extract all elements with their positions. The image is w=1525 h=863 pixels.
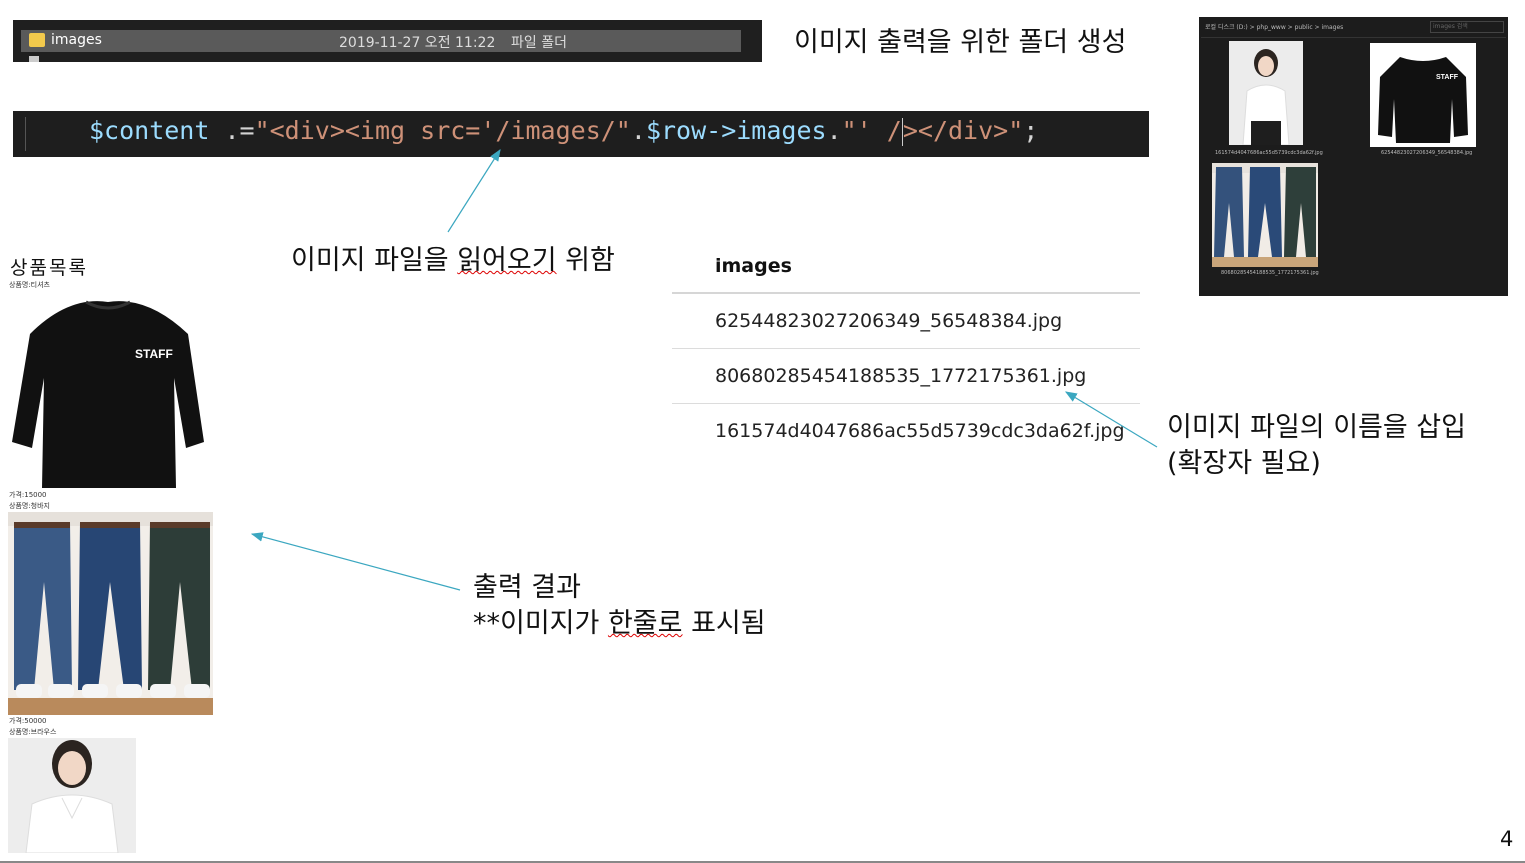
arrow-to-code bbox=[447, 148, 501, 233]
slide-number: 4 bbox=[1500, 827, 1514, 851]
arrow-to-table bbox=[1064, 391, 1158, 448]
arrow-to-result bbox=[250, 532, 461, 591]
annotation-arrows bbox=[250, 148, 1158, 591]
